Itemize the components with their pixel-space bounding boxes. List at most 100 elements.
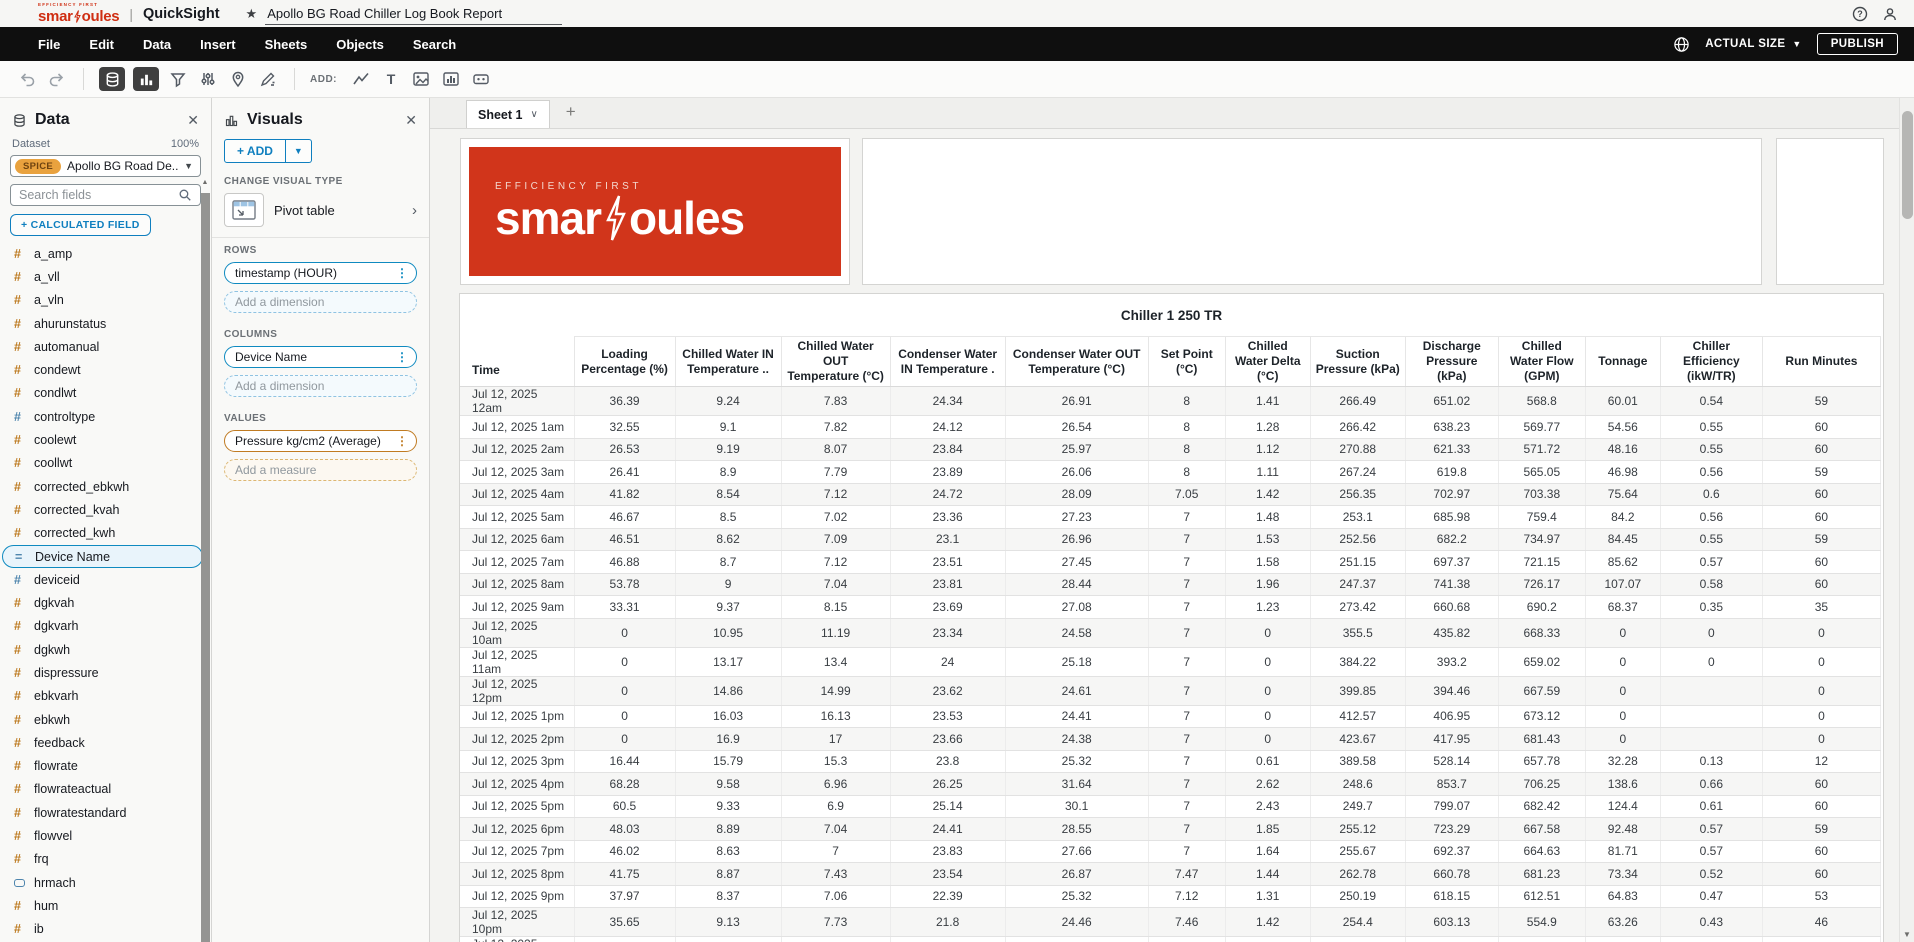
values-add-measure-dropzone[interactable]: Add a measure (224, 459, 417, 481)
add-text-button[interactable]: T (378, 67, 404, 91)
add-sheet-button[interactable]: + (566, 102, 576, 124)
value-cell: 1.53 (1225, 528, 1311, 551)
field-item-flowrateactual[interactable]: # flowrateactual (0, 778, 211, 801)
field-item-deviceid[interactable]: # deviceid (0, 568, 211, 591)
menu-item-insert[interactable]: Insert (200, 37, 235, 52)
globe-icon[interactable] (1673, 36, 1690, 53)
add-line-chart-button[interactable] (348, 67, 374, 91)
kebab-menu-icon[interactable]: ⋮ (390, 350, 408, 364)
field-item-frq[interactable]: # frq (0, 848, 211, 871)
redo-button[interactable] (44, 67, 70, 91)
field-item-flowrate[interactable]: # flowrate (0, 755, 211, 778)
chevron-down-icon[interactable]: ∨ (530, 109, 537, 120)
field-item-a_vln[interactable]: # a_vln (0, 289, 211, 312)
menu-item-search[interactable]: Search (413, 37, 456, 52)
values-field-pill[interactable]: Pressure kg/cm2 (Average) ⋮ (224, 430, 417, 452)
pivot-table-visual[interactable]: Chiller 1 250 TR Time Loading Percentage … (459, 293, 1884, 942)
chevron-right-icon[interactable]: › (412, 202, 417, 219)
value-cell: 252.56 (1310, 528, 1406, 551)
scrollbar-thumb[interactable] (200, 193, 210, 942)
canvas-scrollbar[interactable]: ▼ (1899, 98, 1914, 942)
add-calculated-field-button[interactable]: + CALCULATED FIELD (10, 214, 151, 236)
favorite-star-icon[interactable]: ★ (246, 6, 258, 22)
value-cell: 24.34 (890, 386, 1006, 416)
close-icon[interactable]: ✕ (187, 112, 199, 129)
document-title-input[interactable]: Apollo BG Road Chiller Log Book Report (265, 3, 563, 25)
field-item-coollwt[interactable]: # coollwt (0, 452, 211, 475)
column-header: Condenser Water OUT Temperature (°C) (1005, 336, 1149, 387)
field-item-ebkvarh[interactable]: # ebkvarh (0, 685, 211, 708)
field-item-feedback[interactable]: # feedback (0, 731, 211, 754)
field-item-flowvel[interactable]: # flowvel (0, 824, 211, 847)
field-item-hum[interactable]: # hum (0, 894, 211, 917)
field-item-controltype[interactable]: # controltype (0, 405, 211, 428)
kebab-menu-icon[interactable]: ⋮ (390, 434, 408, 448)
data-panel-scrollbar[interactable]: ▲ (200, 178, 210, 942)
pivot-table-title: Chiller 1 250 TR (1120, 307, 1223, 323)
logo-image-visual[interactable]: EFFICIENCY FIRST smar oules (460, 138, 850, 285)
menu-item-data[interactable]: Data (143, 37, 171, 52)
search-fields-input[interactable]: Search fields (10, 184, 201, 206)
field-item-dgkvarh[interactable]: # dgkvarh (0, 615, 211, 638)
scrollbar-thumb[interactable] (1902, 111, 1913, 219)
value-cell: 27.08 (1005, 595, 1149, 619)
sheet-tab[interactable]: Sheet 1 ∨ (466, 100, 550, 128)
scroll-up-icon[interactable]: ▲ (202, 178, 209, 188)
empty-visual-narrow[interactable] (1776, 138, 1884, 285)
scroll-down-icon[interactable]: ▼ (1900, 930, 1914, 939)
field-item-ahurunstatus[interactable]: # ahurunstatus (0, 312, 211, 335)
field-item-a_vll[interactable]: # a_vll (0, 265, 211, 288)
columns-field-pill[interactable]: Device Name ⋮ (224, 346, 417, 368)
field-item-corrected_kvah[interactable]: # corrected_kvah (0, 498, 211, 521)
rows-add-dimension-dropzone[interactable]: Add a dimension (224, 291, 417, 313)
field-item-device-name[interactable]: = Device Name (2, 544, 203, 569)
field-item-condewt[interactable]: # condewt (0, 358, 211, 381)
toolbar-parameters-button[interactable] (195, 67, 221, 91)
field-item-flowratestandard[interactable]: # flowratestandard (0, 801, 211, 824)
undo-button[interactable] (14, 67, 40, 91)
visual-type-row[interactable]: Pivot table › (212, 191, 429, 238)
field-item-ebkwh[interactable]: # ebkwh (0, 708, 211, 731)
field-item-corrected_kwh[interactable]: # corrected_kwh (0, 522, 211, 545)
field-item-corrected_ebkwh[interactable]: # corrected_ebkwh (0, 475, 211, 498)
field-item-ib[interactable]: # ib (0, 918, 211, 941)
value-cell: 7.05 (1148, 483, 1226, 506)
menu-item-edit[interactable]: Edit (89, 37, 114, 52)
toolbar-filter-button[interactable] (165, 67, 191, 91)
add-control-button[interactable] (468, 67, 494, 91)
add-visual-button[interactable] (438, 67, 464, 91)
value-cell: 681.43 (1498, 727, 1586, 751)
menu-item-objects[interactable]: Objects (336, 37, 384, 52)
dataset-selector[interactable]: SPICE Apollo BG Road De... ▼ (10, 155, 201, 177)
close-icon[interactable]: ✕ (405, 112, 417, 129)
field-item-a_amp[interactable]: # a_amp (0, 242, 211, 265)
kebab-menu-icon[interactable]: ⋮ (390, 266, 408, 280)
toolbar-dataset-button[interactable] (99, 67, 125, 91)
add-visual-caret[interactable]: ▼ (285, 139, 312, 163)
user-icon[interactable] (1882, 6, 1898, 22)
field-item-dgkvah[interactable]: # dgkvah (0, 591, 211, 614)
help-icon[interactable]: ? (1852, 6, 1868, 22)
field-item-hrmach[interactable]: hrmach (0, 871, 211, 894)
rows-field-pill[interactable]: timestamp (HOUR) ⋮ (224, 262, 417, 284)
toolbar-visuals-button[interactable] (133, 67, 159, 91)
field-item-dgkwh[interactable]: # dgkwh (0, 638, 211, 661)
empty-visual-wide[interactable] (862, 138, 1762, 285)
zoom-level-dropdown[interactable]: ACTUAL SIZE ▼ (1705, 38, 1802, 50)
field-item-automanual[interactable]: # automanual (0, 335, 211, 358)
field-item-coolewt[interactable]: # coolewt (0, 428, 211, 451)
field-item-dispressure[interactable]: # dispressure (0, 661, 211, 684)
columns-add-dimension-dropzone[interactable]: Add a dimension (224, 375, 417, 397)
add-visual-button[interactable]: + ADD (224, 139, 286, 163)
toolbar-edit-button[interactable] (255, 67, 281, 91)
value-cell: 1.42 (1225, 907, 1311, 937)
value-cell: 23.81 (890, 573, 1006, 596)
toolbar-actions-button[interactable] (225, 67, 251, 91)
add-image-button[interactable] (408, 67, 434, 91)
publish-button[interactable]: PUBLISH (1816, 33, 1898, 55)
field-item-condlwt[interactable]: # condlwt (0, 382, 211, 405)
pivot-table-icon[interactable] (224, 193, 264, 227)
menu-item-file[interactable]: File (38, 37, 60, 52)
menu-item-sheets[interactable]: Sheets (265, 37, 308, 52)
value-cell: 7.12 (1148, 885, 1226, 908)
